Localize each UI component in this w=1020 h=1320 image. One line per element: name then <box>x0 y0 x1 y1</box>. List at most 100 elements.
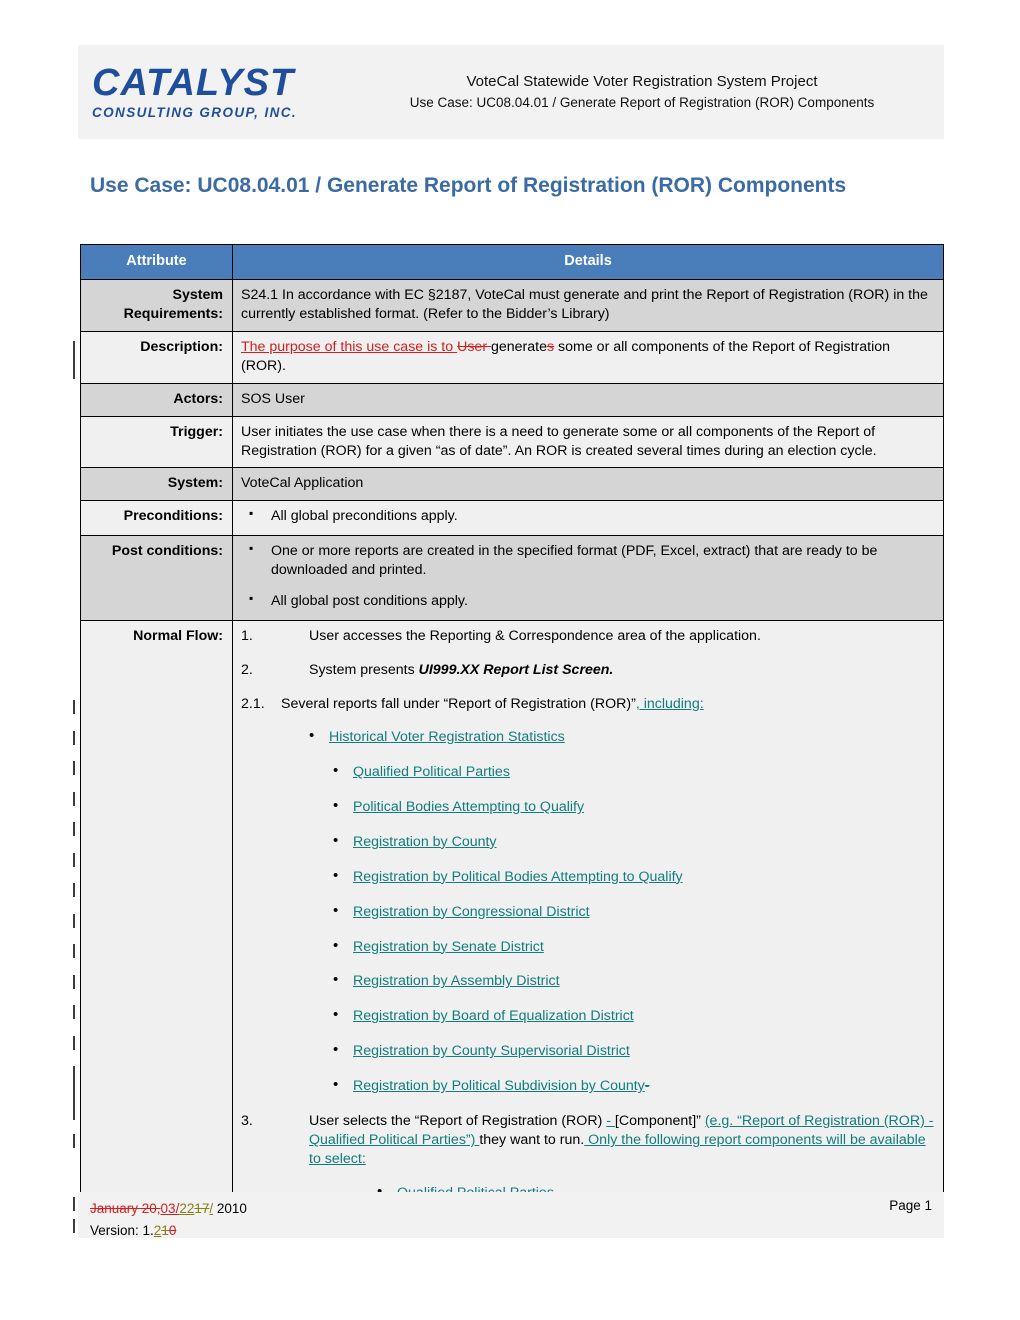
table-row-system: System: VoteCal Application <box>80 467 944 502</box>
row-value-description: The purpose of this use case is to User … <box>232 331 944 384</box>
change-bar <box>73 1197 75 1211</box>
column-header-attribute: Attribute <box>80 243 233 281</box>
flow-step-3: 3. User selects the “Report of Registrat… <box>241 1112 935 1170</box>
list-item: Political Bodies Attempting to Qualify <box>321 796 935 817</box>
change-bar <box>73 1066 75 1120</box>
change-bar <box>73 792 75 806</box>
footer-year: 2010 <box>213 1201 247 1216</box>
table-row-preconditions: Preconditions: All global preconditions … <box>80 500 944 537</box>
tracked-delete: 0 <box>168 1222 177 1238</box>
catalyst-logo: CATALYST CONSULTING GROUP, INC. <box>78 64 348 120</box>
row-value-system-requirements: S24.1 In accordance with EC §2187, VoteC… <box>232 279 944 333</box>
step-number: 3. <box>241 1112 253 1129</box>
table-row-normal-flow: Normal Flow: 1. User accesses the Report… <box>80 619 944 1228</box>
list-item: Qualified Political Parties <box>321 761 935 782</box>
screen-reference: UI999.XX Report List Screen. <box>418 661 614 678</box>
row-label-normal-flow: Normal Flow: <box>80 619 233 1228</box>
row-value-postconditions: One or more reports are created in the s… <box>232 535 944 621</box>
list-item: Historical Voter Registration Statistics <box>297 726 935 747</box>
tracked-delete: 17 <box>194 1201 210 1216</box>
step-text: User selects the “Report of Registration… <box>309 1112 607 1129</box>
logo-wordmark: CATALYST <box>92 62 295 104</box>
report-name: Qualified Political Parties <box>353 764 510 781</box>
substep-number: 2.1. <box>241 696 265 713</box>
table-header-row: Attribute Details <box>80 243 944 281</box>
header-text-block: VoteCal Statewide Voter Registration Sys… <box>348 71 944 112</box>
change-bar <box>73 975 75 989</box>
substep-text: Several reports fall under “Report of Re… <box>281 696 636 713</box>
logo-tagline: CONSULTING GROUP, INC. <box>92 105 298 120</box>
table-row-system-requirements: System Requirements: S24.1 In accordance… <box>80 279 944 333</box>
row-label-postconditions: Post conditions: <box>80 535 233 621</box>
description-text: generate <box>491 339 548 356</box>
tracked-delete: January 20, <box>90 1201 161 1216</box>
list-item: One or more reports are created in the s… <box>241 541 935 580</box>
column-header-details: Details <box>232 243 944 281</box>
report-list: Qualified Political Parties Political Bo… <box>321 761 935 1096</box>
flow-step-2: 2. System presents UI999.XX Report List … <box>241 661 935 680</box>
table-row-description: Description: The purpose of this use cas… <box>80 331 944 384</box>
footer-page-number: Page 1 <box>889 1198 932 1213</box>
use-case-table: Attribute Details System Requirements: S… <box>80 243 944 1228</box>
report-name: Registration by Political Bodies Attempt… <box>353 868 683 885</box>
header-usecase-subtitle: Use Case: UC08.04.01 / Generate Report o… <box>409 95 875 111</box>
step-text: System presents <box>309 661 419 678</box>
row-label-preconditions: Preconditions: <box>80 500 233 537</box>
footer-left-block: January 20,03/2217/ 2010 Version: 1.210 <box>90 1198 247 1242</box>
tracked-delete: 1 <box>161 1222 169 1238</box>
change-bar <box>73 944 75 958</box>
page-header: CATALYST CONSULTING GROUP, INC. VoteCal … <box>78 45 944 139</box>
report-name: Registration by County Supervisorial Dis… <box>353 1043 630 1060</box>
list-item: All global preconditions apply. <box>241 506 935 526</box>
row-value-actors: SOS User <box>232 382 944 417</box>
preconditions-list: All global preconditions apply. <box>241 506 935 526</box>
report-name: Historical Voter Registration Statistics <box>329 729 565 746</box>
change-bar <box>73 1219 75 1233</box>
report-name: Registration by Congressional District <box>353 903 590 920</box>
page-footer: January 20,03/2217/ 2010 Version: 1.210 … <box>78 1192 944 1238</box>
row-value-trigger: User initiates the use case when there i… <box>232 415 944 469</box>
page-title: Use Case: UC08.04.01 / Generate Report o… <box>90 174 847 198</box>
row-value-preconditions: All global preconditions apply. <box>232 500 944 537</box>
list-item: Registration by Political Bodies Attempt… <box>321 866 935 887</box>
report-name: Registration by Political Subdivision by… <box>353 1078 645 1095</box>
row-label-trigger: Trigger: <box>80 415 233 469</box>
table-row-actors: Actors: SOS User <box>80 382 944 417</box>
list-item: Registration by Board of Equalization Di… <box>321 1005 935 1026</box>
tracked-insert: 03/ <box>160 1201 180 1216</box>
change-bar <box>73 1005 75 1019</box>
list-item: Registration by County <box>321 831 935 852</box>
report-name: Political Bodies Attempting to Qualify <box>353 799 585 816</box>
change-bar <box>73 1036 75 1050</box>
postconditions-list: One or more reports are created in the s… <box>241 541 935 611</box>
list-item: Registration by Assembly District <box>321 970 935 991</box>
change-bar <box>73 822 75 836</box>
flow-step-1: 1. User accesses the Reporting & Corresp… <box>241 627 935 646</box>
change-bar <box>73 883 75 897</box>
step-text-cont: [Component]” <box>614 1112 705 1129</box>
footer-version-line: Version: 1.210 <box>90 1220 247 1242</box>
page-label: Page <box>889 1198 925 1213</box>
row-label-description: Description: <box>80 331 233 384</box>
list-item: Registration by Senate District <box>321 936 935 957</box>
change-bar <box>73 341 75 379</box>
row-label-actors: Actors: <box>80 382 233 417</box>
list-item: Registration by Congressional District <box>321 901 935 922</box>
step-text-cont2: they want to run. <box>479 1132 585 1149</box>
change-bar <box>73 731 75 745</box>
change-bar <box>73 700 75 714</box>
tracked-delete: - <box>644 1078 650 1095</box>
tracked-delete: User <box>457 339 491 356</box>
tracked-insert: - <box>606 1112 615 1129</box>
step-number: 2. <box>241 661 253 678</box>
list-item: Registration by County Supervisorial Dis… <box>321 1040 935 1061</box>
change-bar <box>73 914 75 928</box>
row-value-system: VoteCal Application <box>232 467 944 502</box>
footer-date-line: January 20,03/2217/ 2010 <box>90 1198 247 1220</box>
report-name: Registration by Board of Equalization Di… <box>353 1008 634 1025</box>
report-name: Registration by Senate District <box>353 938 544 955</box>
flow-step-2-1: 2.1. Several reports fall under “Report … <box>241 695 935 714</box>
change-bar <box>73 1134 75 1148</box>
table-row-postconditions: Post conditions: One or more reports are… <box>80 535 944 621</box>
row-label-system: System: <box>80 467 233 502</box>
